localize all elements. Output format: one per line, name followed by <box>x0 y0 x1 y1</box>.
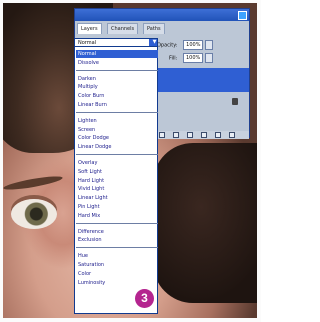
blend-mode-option[interactable]: Color Dodge <box>78 134 156 142</box>
blend-mode-option[interactable]: Dissolve <box>78 59 156 67</box>
blend-mode-option[interactable]: Hue <box>78 252 156 260</box>
layers-panel: Layers Channels Paths Opacity: 100% Fill… <box>74 8 250 314</box>
palette-title-bar[interactable] <box>75 9 249 21</box>
screenshot-frame: Layers Channels Paths Opacity: 100% Fill… <box>0 0 261 322</box>
blend-mode-select[interactable]: Normal ▼ <box>74 38 158 47</box>
blend-mode-option[interactable]: Hard Light <box>78 177 156 185</box>
blend-mode-option[interactable]: Pin Light <box>78 203 156 211</box>
blend-mode-menu: Normal Dissolve Darken Multiply Color Burn Li… <box>74 38 158 314</box>
blend-mode-option[interactable]: Linear Dodge <box>78 143 156 151</box>
menu-separator <box>76 69 158 71</box>
lock-icon <box>232 98 238 105</box>
opacity-row: Opacity: 100% <box>157 40 213 50</box>
blend-mode-option[interactable]: Linear Burn <box>78 101 156 109</box>
blend-mode-option[interactable]: Difference <box>78 228 156 236</box>
new-layer-icon[interactable] <box>215 132 221 138</box>
blend-mode-option[interactable]: Linear Light <box>78 194 156 202</box>
blend-mode-option[interactable]: Lighten <box>78 117 156 125</box>
palette-bottom-toolbar <box>155 131 249 139</box>
photo-eyebrow <box>3 173 64 193</box>
blend-mode-option[interactable]: Hard Mix <box>78 212 156 220</box>
opacity-slider-arrow-icon[interactable] <box>204 40 213 50</box>
trash-icon[interactable] <box>229 132 235 138</box>
fill-field[interactable]: 100% <box>182 53 203 63</box>
blend-mode-option[interactable]: Soft Light <box>78 168 156 176</box>
step-number-badge: 3 <box>135 289 154 308</box>
blend-mode-option[interactable]: Darken <box>78 75 156 83</box>
opacity-field[interactable]: 100% <box>183 40 204 50</box>
menu-separator <box>76 111 158 113</box>
menu-separator <box>76 222 158 224</box>
blend-mode-option[interactable]: Screen <box>78 126 156 134</box>
blend-mode-option[interactable]: Luminosity <box>78 279 156 287</box>
close-icon[interactable] <box>238 11 247 20</box>
menu-separator <box>76 247 158 249</box>
chevron-down-icon[interactable]: ▼ <box>149 39 157 46</box>
fill-row: Fill: 100% <box>169 53 213 63</box>
blend-mode-option[interactable]: Overlay <box>78 159 156 167</box>
layer-mask-icon[interactable] <box>187 132 193 138</box>
adjustment-layer-icon[interactable] <box>201 132 207 138</box>
opacity-label: Opacity: <box>157 42 178 49</box>
tab-label: Paths <box>147 26 161 32</box>
blend-mode-option[interactable]: Exclusion <box>78 236 156 244</box>
fill-slider-arrow-icon[interactable] <box>204 53 213 63</box>
blend-mode-option[interactable]: Color Burn <box>78 92 156 100</box>
blend-mode-option[interactable]: Vivid Light <box>78 185 156 193</box>
blend-mode-option[interactable]: Multiply <box>78 83 156 91</box>
blend-mode-option[interactable]: Saturation <box>78 261 156 269</box>
palette-tabs: Layers Channels Paths <box>77 23 247 34</box>
blend-mode-value: Normal <box>78 40 97 46</box>
tab-paths[interactable]: Paths <box>143 23 165 34</box>
selected-layer-row[interactable] <box>155 68 249 92</box>
fill-label: Fill: <box>169 55 178 62</box>
tab-label: Channels <box>111 26 135 32</box>
tab-layers[interactable]: Layers <box>77 23 102 34</box>
tab-label: Layers <box>81 26 98 32</box>
photo-eye <box>11 199 57 229</box>
blend-mode-option[interactable]: Color <box>78 270 156 278</box>
layer-style-icon[interactable] <box>173 132 179 138</box>
tab-channels[interactable]: Channels <box>107 23 139 34</box>
blend-mode-option[interactable]: Normal <box>76 50 158 58</box>
menu-separator <box>76 154 158 155</box>
link-layers-icon[interactable] <box>159 132 165 138</box>
